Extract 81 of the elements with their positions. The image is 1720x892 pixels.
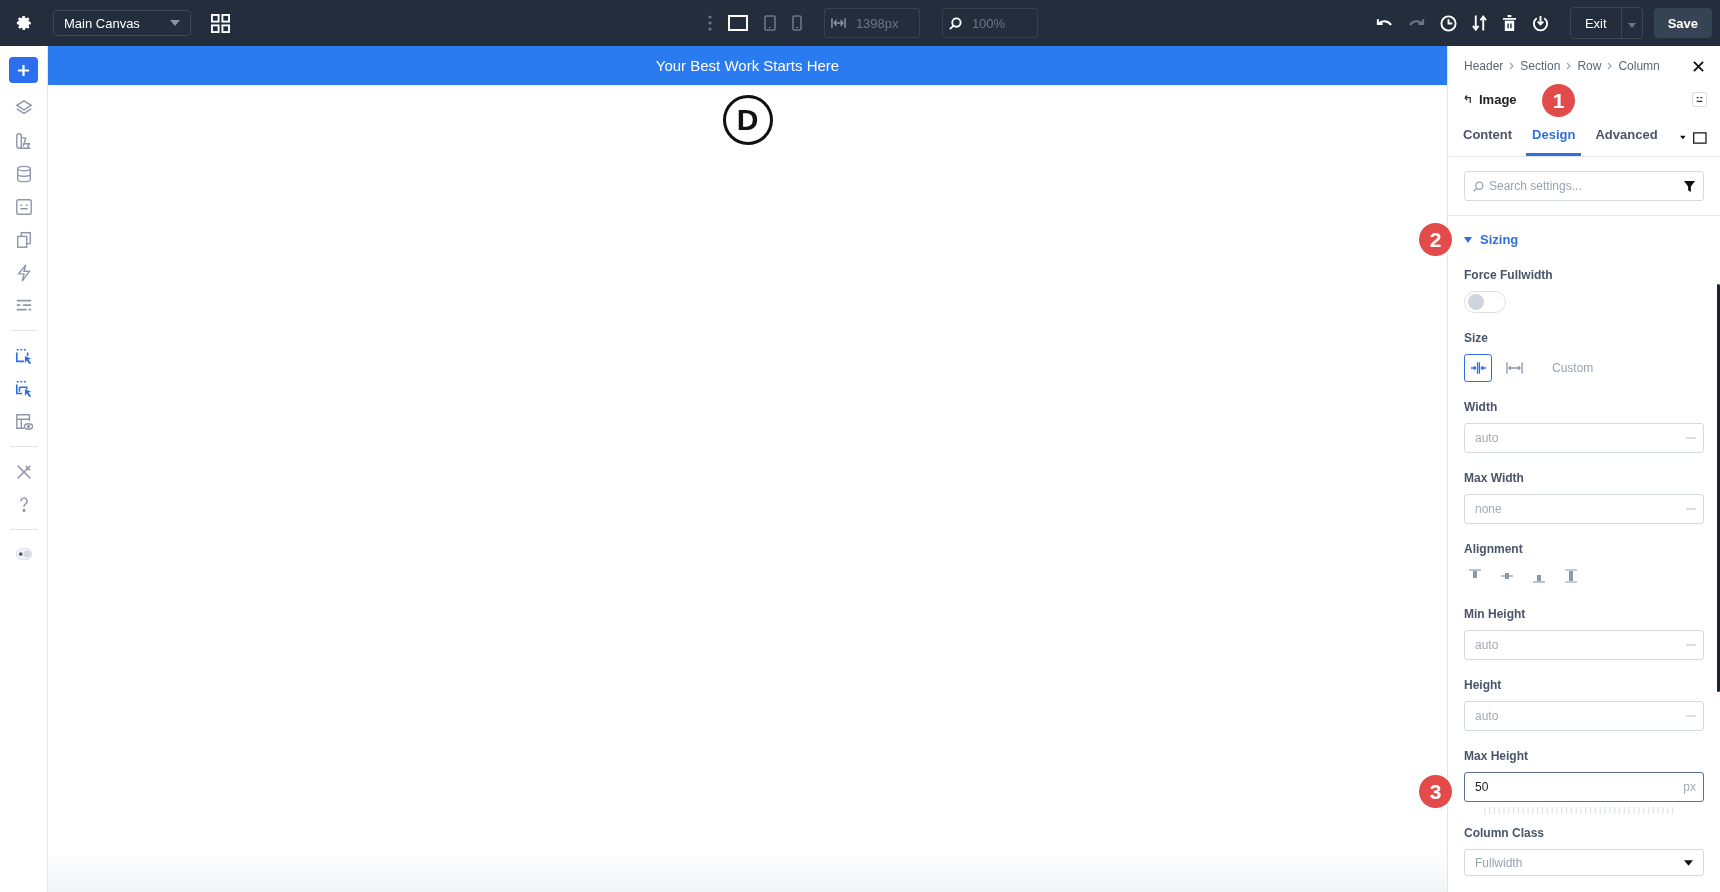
close-icon[interactable] xyxy=(1693,60,1704,72)
breadcrumb-link[interactable]: Row xyxy=(1577,59,1602,73)
toggle-switch[interactable] xyxy=(1464,291,1506,313)
breadcrumb-link[interactable]: Section xyxy=(1520,59,1561,73)
logo: D xyxy=(722,95,773,145)
zoom-value: 100% xyxy=(971,15,1006,31)
settings-icon[interactable] xyxy=(15,14,33,32)
template-icon[interactable] xyxy=(14,197,33,216)
settings-tab[interactable]: Content xyxy=(1457,119,1519,156)
chevron-icon xyxy=(1607,62,1613,70)
field-label: Height xyxy=(1464,678,1503,692)
field-label: Force Fullwidth xyxy=(1464,268,1554,282)
save-button[interactable]: Save xyxy=(1653,8,1712,38)
caret-icon xyxy=(1464,236,1472,243)
scrollbar[interactable] xyxy=(1717,284,1720,692)
input-field[interactable]: auto xyxy=(1464,423,1704,453)
plus-icon xyxy=(17,63,30,77)
element-title: Image xyxy=(1479,92,1517,107)
desktop-icon[interactable] xyxy=(727,15,748,31)
settings-tab[interactable]: Advanced xyxy=(1589,119,1664,156)
search-field[interactable]: Search settings... xyxy=(1464,171,1704,201)
tablet-icon[interactable] xyxy=(763,15,776,31)
align-stretch-button[interactable] xyxy=(1564,569,1578,583)
breadcrumb-link[interactable]: Header xyxy=(1464,59,1504,73)
options-icon[interactable] xyxy=(1692,92,1707,107)
filter-icon[interactable] xyxy=(1684,181,1695,192)
input-field[interactable]: none xyxy=(1464,494,1704,524)
select-icon[interactable] xyxy=(14,346,33,365)
field-label: Alignment xyxy=(1464,542,1524,556)
bolt-icon[interactable] xyxy=(14,263,33,282)
banner-text: Your Best Work Starts Here xyxy=(655,57,840,74)
caret-icon xyxy=(1684,859,1693,866)
search-icon xyxy=(1473,181,1484,192)
input-field[interactable]: auto xyxy=(1464,701,1704,731)
input-field[interactable]: auto xyxy=(1464,630,1704,660)
dash-icon xyxy=(1686,437,1696,439)
field-label: Max Height xyxy=(1464,749,1529,763)
unit-label: px xyxy=(1683,780,1696,794)
canvas-dropdown[interactable]: Main Canvas xyxy=(53,10,191,36)
phone-icon[interactable] xyxy=(791,15,802,31)
field-label: Width xyxy=(1464,400,1499,414)
chevron-icon xyxy=(1509,62,1515,70)
field-label: Max Width xyxy=(1464,471,1525,485)
multiselect-icon[interactable] xyxy=(14,379,33,398)
dash-icon xyxy=(1686,508,1696,510)
field-label: Size xyxy=(1464,331,1489,345)
preview-icon[interactable] xyxy=(14,412,33,431)
dash-icon xyxy=(1686,715,1696,717)
caret-icon xyxy=(1627,22,1636,28)
search-icon xyxy=(948,16,962,30)
arrows-inward-icon xyxy=(1469,362,1487,374)
clock-icon[interactable] xyxy=(1439,14,1457,32)
width-icon xyxy=(830,17,846,29)
caret-icon xyxy=(169,20,180,26)
add-button[interactable] xyxy=(9,57,38,83)
desktop-view-icon[interactable] xyxy=(1693,129,1707,146)
arrows-outward-icon xyxy=(1505,362,1523,374)
tools-icon[interactable] xyxy=(14,462,33,481)
section-header[interactable]: Sizing xyxy=(1464,232,1519,247)
back-icon[interactable] xyxy=(1464,95,1473,104)
section-title: Sizing xyxy=(1480,232,1519,247)
dropdown-value: Fullwidth xyxy=(1475,855,1523,870)
power-icon[interactable] xyxy=(1531,14,1549,32)
palette-icon[interactable] xyxy=(14,131,33,150)
database-icon[interactable] xyxy=(14,164,33,183)
trash-icon[interactable] xyxy=(1501,14,1517,32)
grid-icon[interactable] xyxy=(210,13,230,33)
shrink-width-button[interactable] xyxy=(1464,354,1492,382)
breadcrumb-link[interactable]: Column xyxy=(1618,59,1660,73)
more-icon[interactable] xyxy=(707,15,712,31)
caret-icon[interactable] xyxy=(1679,135,1686,140)
width-value: 1398px xyxy=(855,15,899,31)
dash-icon xyxy=(1686,644,1696,646)
field-label: Min Height xyxy=(1464,607,1527,621)
pages-icon[interactable] xyxy=(14,230,33,249)
layers-icon[interactable] xyxy=(14,98,33,117)
callout-badge: 1 xyxy=(1542,84,1576,117)
sort-icon[interactable] xyxy=(1471,14,1487,32)
settings-tab[interactable]: Design xyxy=(1526,119,1582,156)
chevron-icon xyxy=(1566,62,1572,70)
field-label: Column Class xyxy=(1464,826,1545,840)
